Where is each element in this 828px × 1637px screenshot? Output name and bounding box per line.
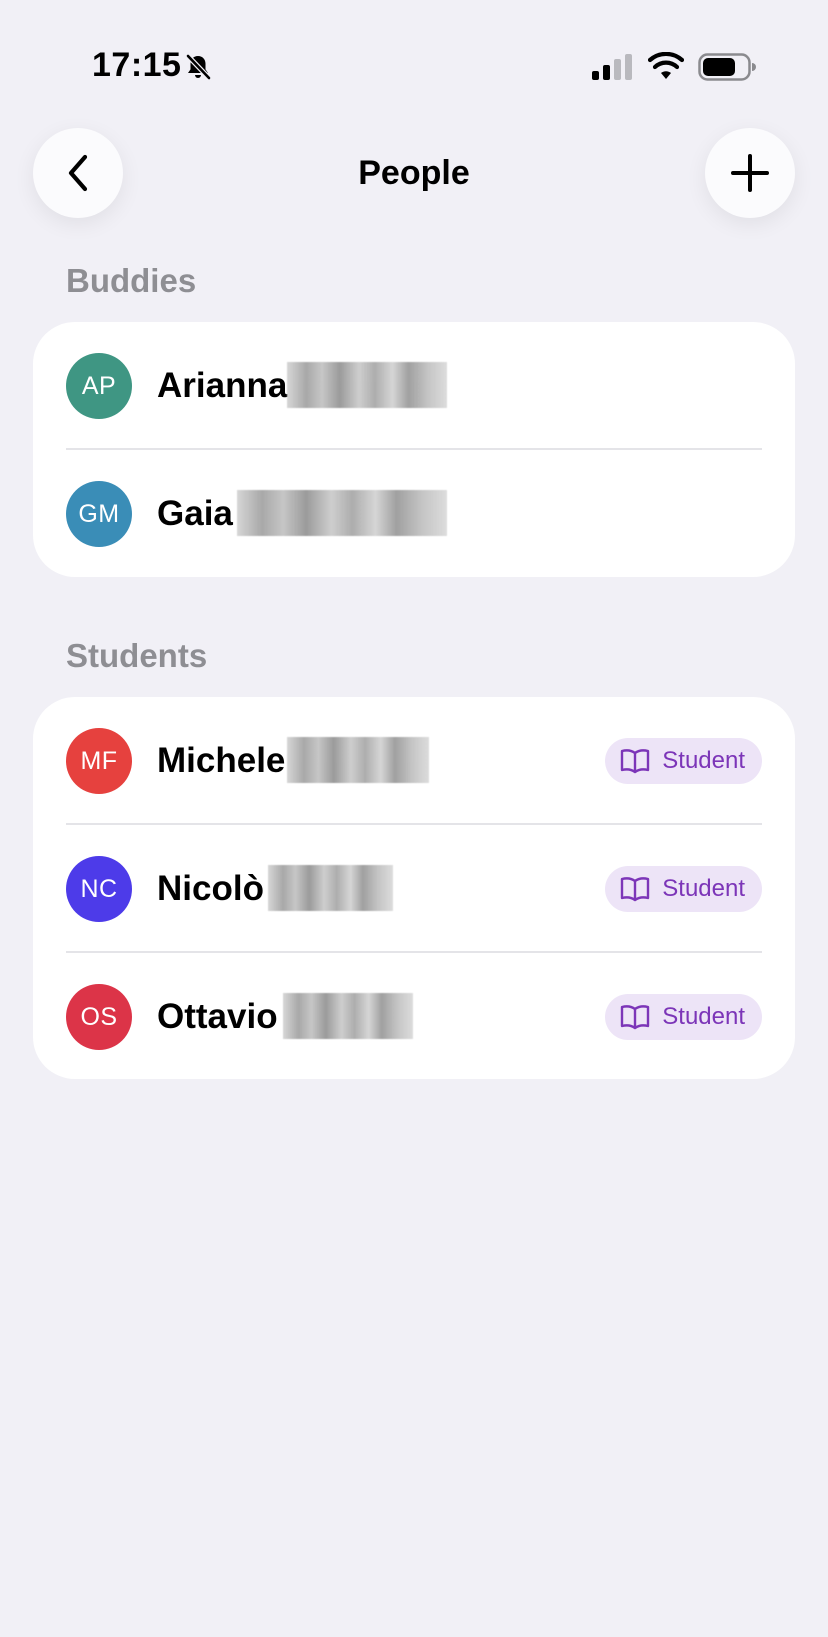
cellular-signal-icon: [592, 54, 632, 80]
redacted-surname: [268, 865, 393, 911]
badge-label: Student: [662, 875, 745, 902]
avatar: MF: [66, 728, 132, 794]
book-icon: [621, 877, 650, 902]
redacted-surname: [287, 362, 447, 408]
badge-label: Student: [662, 1003, 745, 1030]
section-header-students: Students: [66, 637, 208, 674]
wifi-icon: [648, 52, 684, 79]
avatar: GM: [66, 481, 132, 547]
student-badge: Student: [605, 994, 762, 1040]
student-badge: Student: [605, 866, 762, 912]
person-name: Nicolò: [157, 869, 264, 908]
avatar: NC: [66, 856, 132, 922]
list-item-ottavio[interactable]: OS Ottavio Student: [33, 953, 795, 1079]
battery-icon: [698, 53, 756, 81]
redacted-surname: [237, 490, 447, 536]
avatar: OS: [66, 984, 132, 1050]
status-bar: 17:15: [0, 0, 828, 120]
bell-muted-icon: [186, 54, 211, 80]
section-header-buddies: Buddies: [66, 262, 197, 299]
redacted-surname: [283, 993, 413, 1039]
avatar: AP: [66, 353, 132, 419]
student-badge: Student: [605, 738, 762, 784]
students-list: MF Michele Student NC Nicolò Student OS …: [33, 697, 795, 1079]
person-name: Gaia: [157, 494, 233, 533]
navigation-bar: People: [0, 128, 828, 220]
badge-label: Student: [662, 747, 745, 774]
person-name: Michele: [157, 741, 286, 780]
list-item-arianna[interactable]: AP Arianna: [33, 322, 795, 450]
book-icon: [621, 749, 650, 774]
redacted-surname: [287, 737, 429, 783]
plus-icon: [731, 154, 769, 192]
status-time: 17:15: [92, 46, 182, 84]
page-title: People: [358, 154, 470, 192]
add-person-button[interactable]: [705, 128, 795, 218]
list-item-gaia[interactable]: GM Gaia: [33, 450, 795, 577]
person-name: Arianna: [157, 366, 288, 405]
book-icon: [621, 1005, 650, 1030]
list-item-michele[interactable]: MF Michele Student: [33, 697, 795, 825]
list-item-nicolo[interactable]: NC Nicolò Student: [33, 825, 795, 953]
person-name: Ottavio: [157, 997, 278, 1036]
buddies-list: AP Arianna GM Gaia: [33, 322, 795, 577]
